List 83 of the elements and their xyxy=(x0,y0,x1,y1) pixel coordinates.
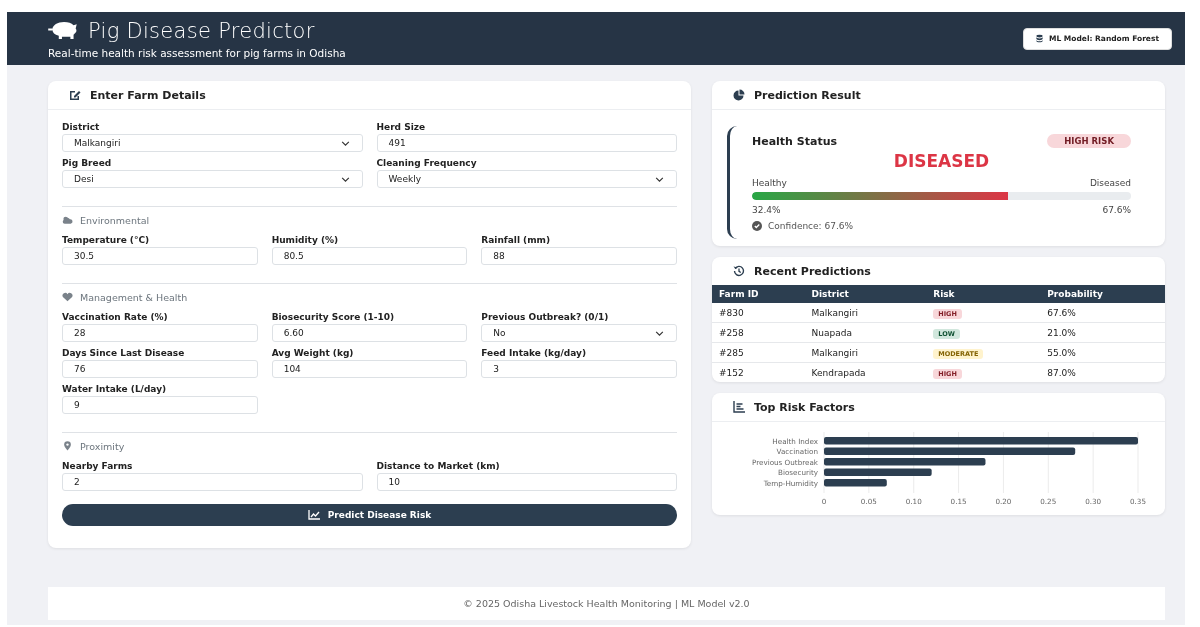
table-cell: 67.6% xyxy=(1040,303,1165,323)
field-label: Herd Size xyxy=(376,121,427,134)
input-field[interactable]: 104 xyxy=(271,360,468,378)
field-label: Temperature (°C) xyxy=(62,234,151,247)
database-icon xyxy=(1035,34,1043,43)
input-field[interactable]: 491 xyxy=(376,134,677,152)
confidence-text: Confidence: 67.6% xyxy=(768,221,854,231)
table-cell: #285 xyxy=(712,342,805,363)
table-cell: Kendrapada xyxy=(804,362,927,382)
bar-label: Diseased xyxy=(1089,178,1131,188)
field-label: Biosecurity Score (1-10) xyxy=(271,311,396,324)
field-label: Distance to Market (km) xyxy=(376,460,501,473)
table-cell: Malkangiri xyxy=(804,303,927,323)
table-cell: #258 xyxy=(712,322,805,343)
location-pin-icon xyxy=(62,441,73,451)
field-label: Avg Weight (kg) xyxy=(271,347,355,360)
card-title: Recent Predictions xyxy=(754,264,871,278)
input-field[interactable]: 9 xyxy=(62,396,258,414)
field-label: Humidity (%) xyxy=(271,234,340,247)
caret-icon xyxy=(340,176,350,182)
risk-badge: HIGH RISK xyxy=(1047,134,1131,148)
percent-value: 67.6% xyxy=(1102,205,1131,215)
bar-label: Healthy xyxy=(752,178,787,188)
input-field[interactable]: 76 xyxy=(62,360,258,378)
table-cell: #830 xyxy=(712,303,805,323)
field-label: Rainfall (mm) xyxy=(481,234,552,247)
predict-button[interactable]: Predict Disease Risk xyxy=(62,504,677,526)
card-title: Top Risk Factors xyxy=(754,400,855,414)
caret-icon xyxy=(655,176,664,182)
field-label: Nearby Farms xyxy=(62,460,134,473)
field-label: Water Intake (L/day) xyxy=(62,383,168,396)
field-label: District xyxy=(62,121,101,134)
field-label: Previous Outbreak? (0/1) xyxy=(481,311,610,324)
pig-icon xyxy=(48,21,78,40)
edit-icon xyxy=(69,89,81,101)
caret-icon xyxy=(655,330,664,336)
table-cell: #152 xyxy=(712,362,805,382)
check-circle-icon xyxy=(752,221,762,231)
app-subtitle: Real-time health risk assessment for pig farms in Odisha xyxy=(48,46,346,59)
field-label: Days Since Last Disease xyxy=(62,347,186,360)
bar-chart-icon xyxy=(733,401,745,413)
input-field[interactable]: 30.5 xyxy=(62,247,258,265)
select-field[interactable]: Malkangiri xyxy=(62,134,363,152)
input-field[interactable]: 10 xyxy=(376,473,677,491)
table-cell: 21.0% xyxy=(1040,322,1165,343)
column-header: Farm ID xyxy=(712,285,805,303)
field-label: Vaccination Rate (%) xyxy=(62,311,169,324)
line-chart-icon xyxy=(307,510,320,520)
card-title: Prediction Result xyxy=(754,88,861,102)
column-header: District xyxy=(804,285,927,303)
cloud-icon xyxy=(62,215,73,225)
input-field[interactable]: 28 xyxy=(62,324,258,342)
field-label: Cleaning Frequency xyxy=(376,157,478,170)
status-label: Health Status xyxy=(752,134,838,148)
column-header: Probability xyxy=(1040,285,1165,303)
table-cell: 87.0% xyxy=(1040,362,1165,382)
caret-icon xyxy=(340,140,350,146)
app-title: Pig Disease Predictor xyxy=(88,18,315,43)
input-field[interactable]: 80.5 xyxy=(271,247,468,265)
input-field[interactable]: 3 xyxy=(481,360,677,378)
table-cell: Nuapada xyxy=(804,322,927,343)
history-icon xyxy=(733,265,745,277)
field-label: Pig Breed xyxy=(62,157,113,170)
table-cell: Malkangiri xyxy=(804,342,927,363)
card-title: Enter Farm Details xyxy=(90,88,206,102)
percent-value: 32.4% xyxy=(752,205,781,215)
section-title: Environmental xyxy=(80,214,150,226)
column-header: Risk xyxy=(926,285,1041,303)
section-title: Management & Health xyxy=(80,291,188,303)
status-value: DISEASED xyxy=(892,151,991,171)
input-field[interactable]: 88 xyxy=(481,247,677,265)
select-field[interactable]: Desi xyxy=(62,170,363,188)
input-field[interactable]: 2 xyxy=(62,473,363,491)
field-label: Feed Intake (kg/day) xyxy=(481,347,588,360)
pie-chart-icon xyxy=(733,89,745,101)
input-field[interactable]: 6.60 xyxy=(271,324,468,342)
table-cell: 55.0% xyxy=(1040,342,1165,363)
select-field[interactable]: No xyxy=(481,324,677,342)
section-title: Proximity xyxy=(80,440,125,452)
footer-text: © 2025 Odisha Livestock Health Monitoring | ML Model v2.0 xyxy=(463,598,750,609)
heart-icon xyxy=(62,292,73,302)
select-field[interactable]: Weekly xyxy=(376,170,677,188)
chart-bar xyxy=(824,479,887,487)
